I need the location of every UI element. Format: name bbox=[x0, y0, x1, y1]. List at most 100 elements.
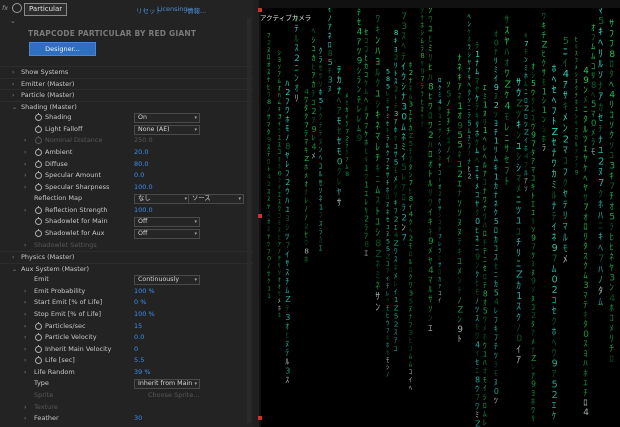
twirl-open-icon[interactable]: ⌄ bbox=[12, 102, 17, 113]
stopwatch-icon[interactable] bbox=[35, 217, 42, 226]
property-row[interactable]: Shading On ▾ bbox=[0, 112, 253, 124]
twirl-closed-icon[interactable]: › bbox=[12, 79, 14, 90]
property-row[interactable]: Shadowlet for Main Off ▾ bbox=[0, 216, 253, 228]
property-value[interactable]: 0 bbox=[134, 344, 138, 355]
property-row[interactable]: ⌄ Shading (Master) bbox=[0, 100, 253, 113]
property-row[interactable]: Sprite Choose Sprite... bbox=[0, 390, 253, 401]
twirl-closed-icon[interactable]: › bbox=[12, 67, 14, 78]
property-value[interactable]: 80.0 bbox=[134, 159, 148, 170]
property-row[interactable]: › Inherit Main Velocity 0 bbox=[0, 344, 253, 355]
stopwatch-icon[interactable] bbox=[35, 136, 42, 145]
twirl-closed-icon[interactable]: › bbox=[12, 90, 14, 101]
twirl-closed-icon[interactable]: › bbox=[24, 297, 26, 308]
stopwatch-icon[interactable] bbox=[35, 113, 42, 122]
property-row[interactable]: ⌄ Aux System (Master) bbox=[0, 262, 253, 275]
property-row[interactable]: › Emitter (Master) bbox=[0, 77, 253, 90]
designer-button[interactable]: Designer... bbox=[29, 42, 96, 56]
property-row[interactable]: Type Inherit from Main ▾ bbox=[0, 378, 253, 390]
property-dropdown[interactable]: なし ▾ bbox=[134, 194, 190, 205]
stopwatch-icon[interactable] bbox=[35, 333, 42, 342]
twirl-closed-icon[interactable]: › bbox=[24, 402, 26, 413]
twirl-closed-icon[interactable]: › bbox=[24, 182, 26, 193]
twirl-closed-icon[interactable]: › bbox=[24, 159, 26, 170]
effect-name-tab[interactable]: Particular bbox=[24, 3, 68, 16]
property-row[interactable]: › Stop Emit [% of Life] 100 % bbox=[0, 309, 253, 320]
property-row[interactable]: › Specular Amount 0.0 bbox=[0, 170, 253, 181]
property-row[interactable]: › Nominal Distance 250.0 bbox=[0, 135, 253, 146]
property-row[interactable]: › Feather 30 bbox=[0, 413, 253, 424]
property-row[interactable]: › Physics (Master) bbox=[0, 251, 253, 263]
twirl-open-icon[interactable]: ⌄ bbox=[12, 264, 17, 275]
twirl-closed-icon[interactable]: › bbox=[24, 367, 26, 378]
property-row[interactable]: › Diffuse 80.0 bbox=[0, 159, 253, 170]
twirl-closed-icon[interactable]: › bbox=[24, 170, 26, 181]
property-value[interactable]: 100 % bbox=[134, 309, 155, 320]
property-dropdown[interactable]: Inherit from Main ▾ bbox=[134, 379, 200, 390]
property-dropdown[interactable]: Off ▾ bbox=[134, 228, 200, 239]
stopwatch-icon[interactable] bbox=[35, 124, 42, 133]
property-value[interactable]: 100 % bbox=[134, 286, 155, 297]
twirl-closed-icon[interactable]: › bbox=[24, 135, 26, 146]
property-row[interactable]: › Particles/sec 15 bbox=[0, 321, 253, 332]
property-value[interactable]: 39 % bbox=[134, 367, 151, 378]
twirl-closed-icon[interactable]: › bbox=[12, 252, 14, 263]
stopwatch-icon[interactable] bbox=[35, 228, 42, 237]
property-row[interactable]: › Reflection Strength 100.0 bbox=[0, 205, 253, 216]
property-row[interactable]: › Texture bbox=[0, 402, 253, 413]
property-row[interactable]: Emit Continuously ▾ bbox=[0, 274, 253, 286]
stopwatch-icon[interactable] bbox=[35, 147, 42, 156]
property-value[interactable]: 15 bbox=[134, 321, 142, 332]
property-row[interactable]: › Start Emit [% of Life] 0 % bbox=[0, 297, 253, 308]
source-dropdown[interactable]: ソース ▾ bbox=[188, 194, 244, 205]
property-row[interactable]: › Specular Sharpness 100.0 bbox=[0, 182, 253, 193]
rain-glyph: ﾝ bbox=[375, 36, 380, 47]
property-value[interactable]: 0.0 bbox=[134, 170, 144, 181]
property-row[interactable]: Light Falloff None (AE) ▾ bbox=[0, 124, 253, 135]
twirl-closed-icon[interactable]: › bbox=[24, 286, 26, 297]
property-value[interactable]: 0.0 bbox=[134, 332, 144, 343]
property-value[interactable]: 250.0 bbox=[134, 135, 153, 146]
stopwatch-icon[interactable] bbox=[35, 159, 42, 168]
property-value[interactable]: 100.0 bbox=[134, 182, 153, 193]
property-value[interactable]: 30 bbox=[134, 413, 142, 424]
property-row[interactable]: › Life [sec] 5.5 bbox=[0, 355, 253, 366]
property-dropdown[interactable]: Off ▾ bbox=[134, 217, 200, 228]
twirl-closed-icon[interactable]: › bbox=[24, 344, 26, 355]
property-value[interactable]: 5.5 bbox=[134, 355, 144, 366]
property-value[interactable]: Choose Sprite... bbox=[148, 390, 200, 401]
twirl-closed-icon[interactable]: › bbox=[24, 332, 26, 343]
property-row[interactable]: Shadowlet for Aux Off ▾ bbox=[0, 228, 253, 239]
property-row[interactable]: › Ambient 20.0 bbox=[0, 147, 253, 158]
property-dropdown[interactable]: Continuously ▾ bbox=[134, 275, 200, 286]
effect-toggle-icon[interactable] bbox=[12, 3, 22, 13]
twirl-closed-icon[interactable]: › bbox=[24, 309, 26, 320]
property-value[interactable]: 20.0 bbox=[134, 147, 148, 158]
twirl-closed-icon[interactable]: › bbox=[24, 321, 26, 332]
property-row[interactable]: › Life Random 39 % bbox=[0, 367, 253, 378]
rain-glyph: ﾔ bbox=[563, 189, 568, 200]
property-row[interactable]: › Emit Probability 100 % bbox=[0, 286, 253, 297]
stopwatch-icon[interactable] bbox=[35, 344, 42, 353]
property-row[interactable]: › Show Systems bbox=[0, 66, 253, 78]
stopwatch-icon[interactable] bbox=[35, 182, 42, 191]
property-dropdown[interactable]: On ▾ bbox=[134, 113, 200, 124]
property-value[interactable]: 0 % bbox=[134, 297, 146, 308]
twirl-closed-icon[interactable]: › bbox=[24, 413, 26, 424]
property-dropdown[interactable]: None (AE) ▾ bbox=[134, 124, 200, 135]
twirl-closed-icon[interactable]: › bbox=[24, 240, 26, 251]
twirl-closed-icon[interactable]: › bbox=[24, 355, 26, 366]
stopwatch-icon[interactable] bbox=[35, 356, 42, 365]
collapse-chevron-icon[interactable]: ⌄ bbox=[10, 17, 16, 25]
stopwatch-icon[interactable] bbox=[35, 171, 42, 180]
stopwatch-icon[interactable] bbox=[35, 205, 42, 214]
twirl-closed-icon[interactable]: › bbox=[24, 205, 26, 216]
property-value[interactable]: 100.0 bbox=[134, 205, 153, 216]
twirl-closed-icon[interactable]: › bbox=[24, 147, 26, 158]
property-row[interactable]: › Particle Velocity 0.0 bbox=[0, 332, 253, 343]
about-link[interactable]: 情報... bbox=[187, 5, 206, 15]
stopwatch-icon[interactable] bbox=[35, 321, 42, 330]
panel-scrollbar[interactable] bbox=[247, 18, 251, 423]
property-row[interactable]: › Particle (Master) bbox=[0, 89, 253, 101]
property-row[interactable]: › Shadowlet Settings bbox=[0, 240, 253, 251]
property-row[interactable]: Reflection Map なし ▾ ソース ▾ bbox=[0, 193, 253, 205]
